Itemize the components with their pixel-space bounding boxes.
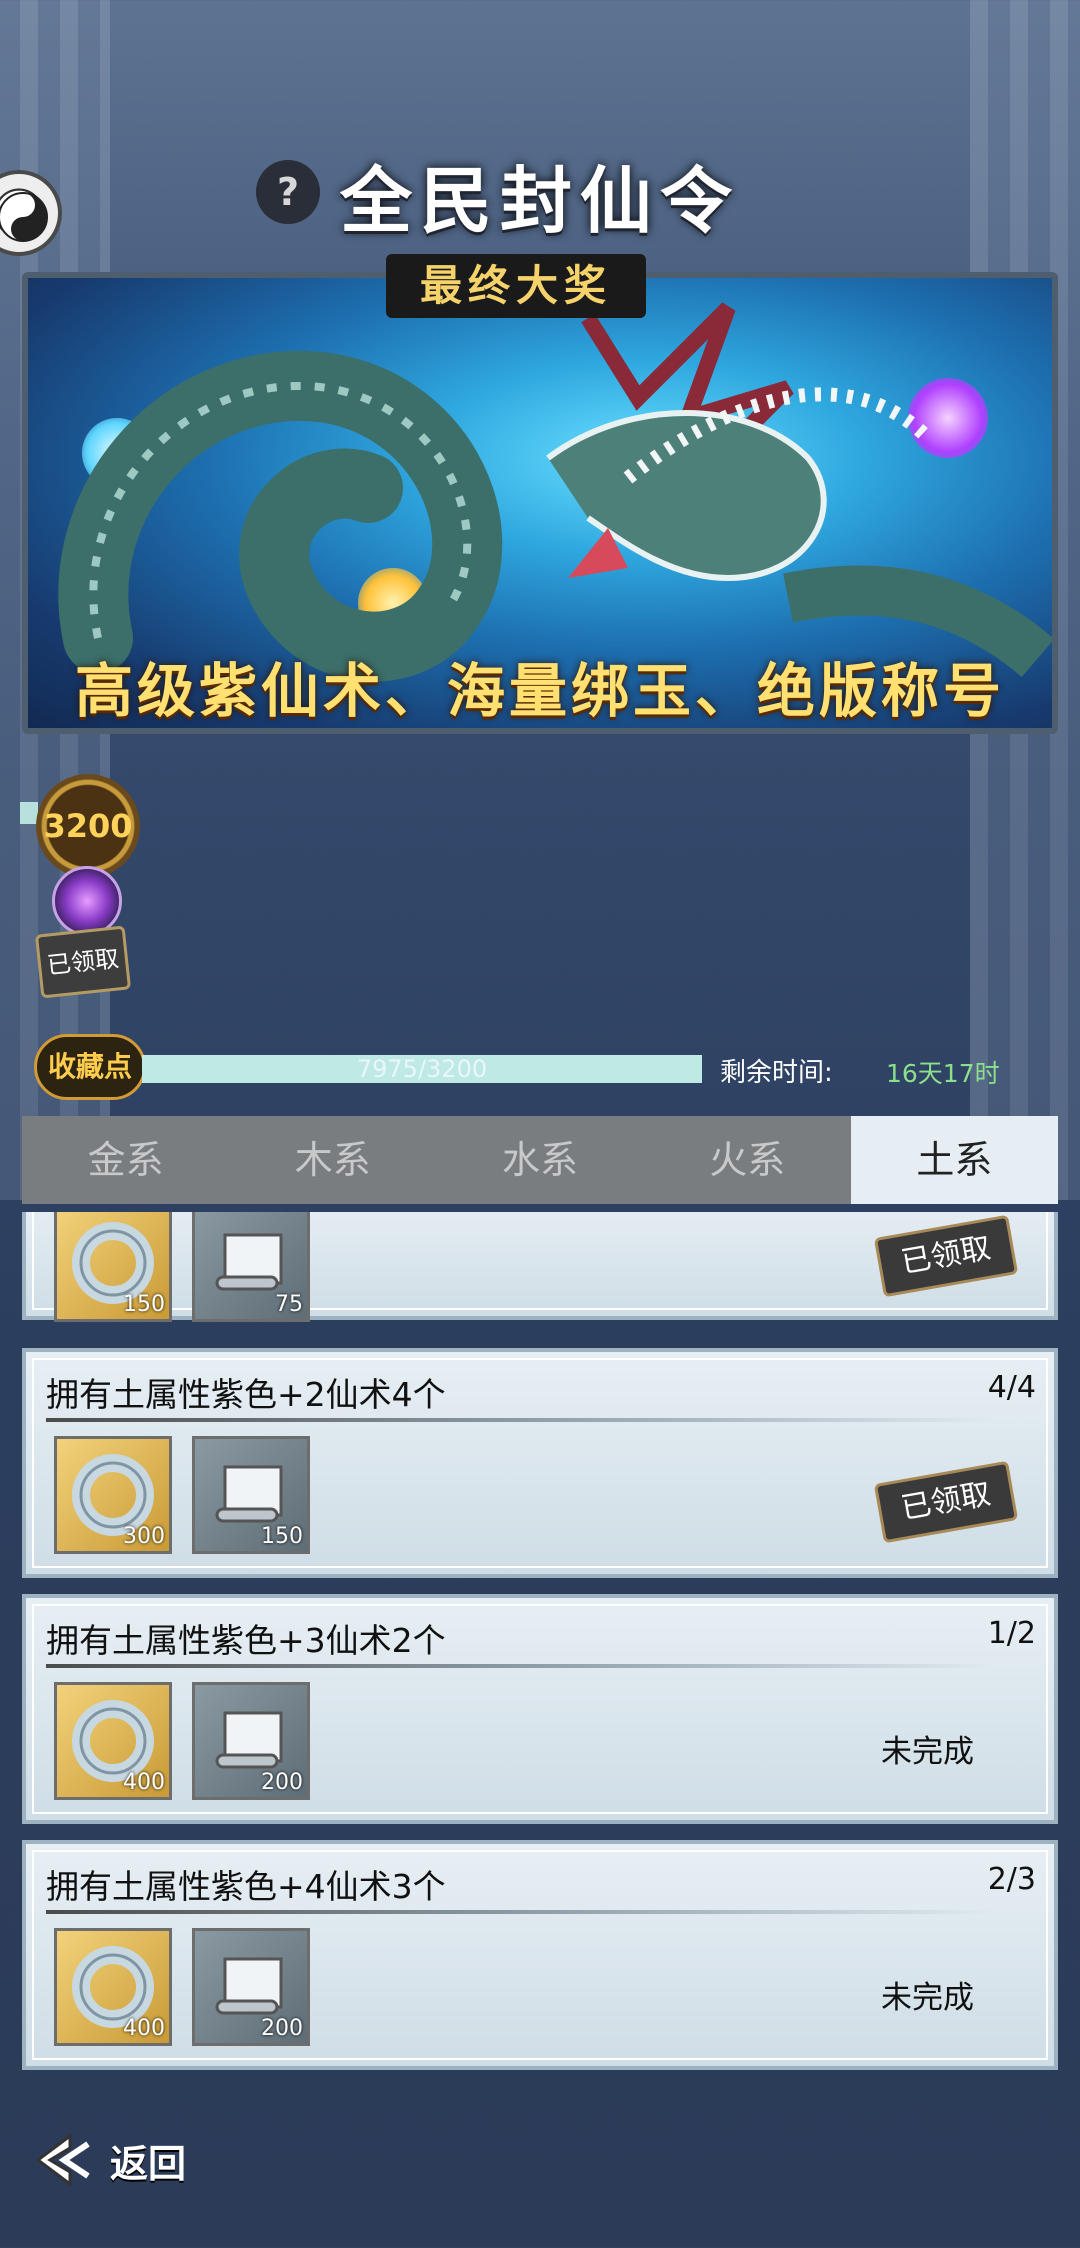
points-milestone-badge: 3200 [36,774,140,878]
page-title: 全民封仙令 [339,158,740,243]
task-progress-count: 4/4 [987,1370,1036,1405]
task-status: 未完成 [881,1980,974,2016]
reward-quantity: 400 [123,1770,165,1795]
grand-prize-tag: 最终大奖 [386,254,646,318]
task-progress-count: 1/2 [987,1616,1036,1651]
tab-water[interactable]: 水系 [436,1116,643,1204]
collection-points-badge: 收藏点 [34,1034,146,1100]
back-arrow-icon [35,2133,90,2187]
element-tabs: 金系 木系 水系 火系 土系 [22,1116,1059,1204]
banner-caption: 高级紫仙术、海量绑玉、绝版称号 [74,657,1005,725]
scroll-reward[interactable]: 75 [192,1212,310,1322]
tab-fire[interactable]: 火系 [644,1116,851,1204]
progress-text: 7975/3200 [356,1055,488,1083]
task-card: 拥有土属性紫色+2仙术4个 4/4 300 150 已领取 [22,1348,1058,1578]
task-status: 未完成 [881,1734,974,1770]
task-progress-count: 2/3 [987,1862,1036,1897]
tab-earth[interactable]: 土系 [850,1116,1059,1204]
scroll-reward[interactable]: 200 [192,1682,310,1800]
reward-quantity: 200 [261,2016,303,2041]
remaining-time-label: 剩余时间: [720,1058,833,1088]
back-button[interactable]: 返回 [30,2130,186,2190]
reward-quantity: 150 [123,1292,165,1317]
grand-prize-banner: 高级紫仙术、海量绑玉、绝版称号 [22,272,1058,734]
task-card: 150 75 已领取 [22,1212,1058,1322]
reward-quantity: 200 [261,1770,303,1795]
jade-ring-reward[interactable]: 400 [54,1928,172,2046]
tab-wood[interactable]: 木系 [229,1116,436,1204]
collection-progress-bar: 7975/3200 [142,1055,702,1083]
task-title: 拥有土属性紫色+2仙术4个 [46,1375,446,1414]
milestone-claimed-tag: 已领取 [34,925,132,999]
divider [46,1910,994,1914]
reward-quantity: 150 [261,1524,303,1549]
task-card: 拥有土属性紫色+3仙术2个 1/2 400 200 未完成 [22,1594,1058,1824]
back-label: 返回 [110,2140,187,2186]
reward-quantity: 400 [123,2016,165,2041]
task-list[interactable]: 150 75 已领取 拥有土属性紫色+2仙术4个 4/4 300 150 已领取… [22,1212,1058,2082]
remaining-time-value: 16天17时 [886,1059,1000,1088]
jade-ring-reward[interactable]: 300 [54,1436,172,1554]
task-title: 拥有土属性紫色+3仙术2个 [46,1621,446,1660]
scroll-reward[interactable]: 150 [192,1436,310,1554]
jade-ring-reward[interactable]: 400 [54,1682,172,1800]
reward-quantity: 75 [275,1292,303,1317]
tab-metal[interactable]: 金系 [22,1116,229,1204]
reward-quantity: 300 [123,1524,165,1549]
task-title: 拥有土属性紫色+4仙术3个 [46,1867,446,1906]
task-card: 拥有土属性紫色+4仙术3个 2/3 400 200 未完成 [22,1840,1058,2070]
purple-spell-reward-icon[interactable] [52,866,122,936]
divider [46,1418,994,1422]
scroll-reward[interactable]: 200 [192,1928,310,2046]
divider [46,1664,994,1668]
jade-ring-reward[interactable]: 150 [54,1212,172,1322]
